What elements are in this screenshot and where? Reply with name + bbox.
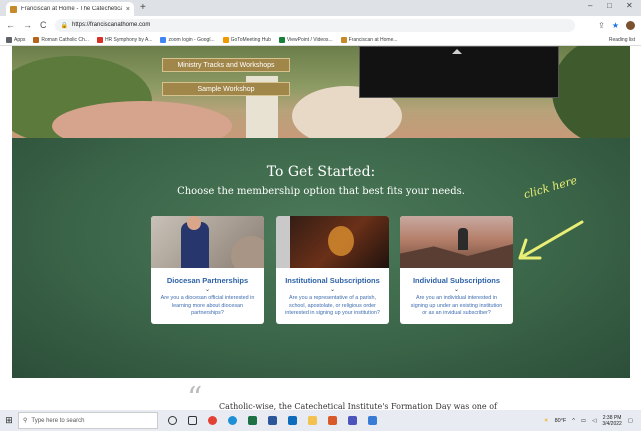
card-image-mountain (400, 216, 513, 268)
windows-taskbar: ⊞ ⚲ Type here to search ☀ 80°F ^ ▭ ◁ 2:3… (0, 410, 641, 431)
browser-tab[interactable]: Franciscan at Home - The Catechetical ..… (6, 2, 134, 16)
tab-title: Franciscan at Home - The Catechetical ..… (21, 6, 122, 12)
task-view-icon[interactable] (188, 416, 197, 425)
system-clock[interactable]: 2:38 PM 3/4/2022 (602, 415, 621, 427)
testimonial-section: “ Catholic-wise, the Catechetical Instit… (12, 378, 630, 410)
teams-icon[interactable] (348, 416, 357, 425)
chevron-down-icon: ⌄ (453, 287, 460, 293)
bookmarks-bar: Apps Roman Catholic Ch... HR Symphony by… (0, 34, 641, 46)
volume-icon[interactable]: ◁ (592, 418, 596, 424)
bookmark-label: HR Symphony by A... (104, 36, 153, 43)
bookmark-star-icon[interactable]: ★ (612, 21, 619, 30)
card-description: Are you a representative of a parish, sc… (285, 295, 380, 317)
taskbar-search[interactable]: ⚲ Type here to search (18, 412, 158, 429)
get-started-title: To Get Started: (266, 164, 376, 180)
bookmark-label: Roman Catholic Ch... (41, 36, 89, 43)
maximize-button[interactable]: □ (607, 1, 612, 10)
store-icon[interactable] (328, 416, 337, 425)
card-image-thurible (276, 216, 389, 268)
reload-button[interactable]: C (40, 20, 47, 30)
chevron-down-icon: ⌄ (204, 287, 211, 293)
hr-icon (96, 36, 103, 43)
ministry-tracks-button[interactable]: Ministry Tracks and Workshops (162, 58, 290, 72)
viewpoint-icon (278, 36, 285, 43)
profile-avatar[interactable] (626, 20, 635, 30)
site-favicon-icon (10, 5, 17, 13)
taskbar-search-placeholder: Type here to search (31, 417, 85, 424)
bookmark-label: zoom login - Googl... (168, 36, 215, 43)
card-institutional[interactable]: Institutional Subscriptions ⌄ Are you a … (276, 216, 389, 324)
thurible-image (328, 226, 354, 256)
bookmark-viewpoint[interactable]: ViewPoint / Videos... (278, 36, 333, 43)
edge-icon[interactable] (228, 416, 237, 425)
excel-icon[interactable] (248, 416, 257, 425)
bookmark-franciscan[interactable]: Franciscan at Home... (340, 36, 398, 43)
testimonial-text: Catholic-wise, the Catechetical Institut… (219, 402, 497, 410)
franciscan-icon (340, 36, 347, 43)
browser-toolbar: ← → C 🔒 https://franciscanathome.com ⇪ ★ (0, 16, 641, 34)
weather-icon[interactable]: ☀ (544, 418, 549, 424)
word-icon[interactable] (268, 416, 277, 425)
google-icon (160, 36, 167, 43)
outlook-icon[interactable] (288, 416, 297, 425)
card-title: Institutional Subscriptions (285, 276, 380, 285)
network-icon[interactable]: ▭ (581, 418, 586, 424)
chevron-down-icon: ⌄ (329, 287, 336, 293)
presenter-head (187, 216, 201, 230)
apps-grid-icon (6, 36, 12, 43)
card-title: Individual Subscriptions (412, 276, 501, 285)
chrome-icon[interactable] (208, 416, 217, 425)
mail-icon[interactable] (368, 416, 377, 425)
card-title: Diocesan Partnerships (166, 276, 249, 285)
weather-temp: 80°F (554, 417, 567, 424)
play-icon[interactable] (452, 49, 462, 54)
clock-date: 3/4/2022 (602, 420, 622, 427)
clock-time: 2:38 PM (602, 414, 622, 421)
hero-banner: Ministry Tracks and Workshops Sample Wor… (12, 46, 630, 138)
priest-figure (276, 216, 290, 268)
bookmark-zoom-login[interactable]: zoom login - Googl... (160, 36, 215, 43)
close-window-button[interactable]: ✕ (626, 1, 633, 10)
bookmark-apps[interactable]: Apps (6, 36, 26, 43)
arrow-annotation-icon (518, 220, 584, 260)
address-bar[interactable]: 🔒 https://franciscanathome.com (54, 18, 575, 32)
share-icon[interactable]: ⇪ (598, 21, 605, 30)
quote-mark-icon: “ (187, 381, 203, 411)
sample-workshop-button[interactable]: Sample Workshop (162, 82, 290, 96)
address-url: https://franciscanathome.com (71, 22, 151, 28)
tray-chevron-icon[interactable]: ^ (572, 418, 575, 424)
card-image-presenter (151, 216, 264, 268)
gotomeeting-icon (222, 36, 229, 43)
browser-tabstrip: Franciscan at Home - The Catechetical ..… (0, 0, 641, 16)
person-figure (458, 228, 468, 250)
notifications-icon[interactable]: ▢ (628, 418, 633, 424)
card-individual[interactable]: Individual Subscriptions ⌄ Are you an in… (400, 216, 513, 324)
card-diocesan[interactable]: Diocesan Partnerships ⌄ Are you a dioces… (151, 216, 264, 324)
lock-icon: 🔒 (60, 22, 68, 29)
card-description: Are you an individual interested in sign… (410, 295, 503, 317)
cortana-icon[interactable] (168, 416, 177, 425)
file-explorer-icon[interactable] (308, 416, 317, 425)
forward-button[interactable]: → (23, 20, 32, 30)
bookmark-gotomeeting[interactable]: GoToMeeting Hub (222, 36, 271, 43)
audience-figure (231, 236, 264, 268)
video-player[interactable] (359, 46, 559, 98)
mountain-ridge-image (400, 244, 513, 268)
bookmark-label: GoToMeeting Hub (230, 36, 271, 43)
bookmark-label: Apps (14, 36, 26, 43)
back-button[interactable]: ← (6, 20, 15, 30)
bookmark-label: ViewPoint / Videos... (286, 36, 333, 43)
bookmark-hr-symphony[interactable]: HR Symphony by A... (96, 36, 153, 43)
card-description: Are you a diocesan official interested i… (160, 295, 255, 317)
bookmark-roman-catholic[interactable]: Roman Catholic Ch... (33, 36, 89, 43)
new-tab-button[interactable]: + (140, 2, 146, 14)
reading-list-button[interactable]: Reading list (609, 37, 635, 43)
search-icon: ⚲ (23, 418, 28, 424)
minimize-button[interactable]: – (588, 1, 592, 10)
tab-close-icon[interactable]: × (126, 6, 130, 13)
windows-start-icon[interactable]: ⊞ (0, 415, 18, 426)
bookmark-label: Franciscan at Home... (348, 36, 398, 43)
hero-tree-image (552, 46, 630, 138)
church-icon (33, 36, 40, 43)
